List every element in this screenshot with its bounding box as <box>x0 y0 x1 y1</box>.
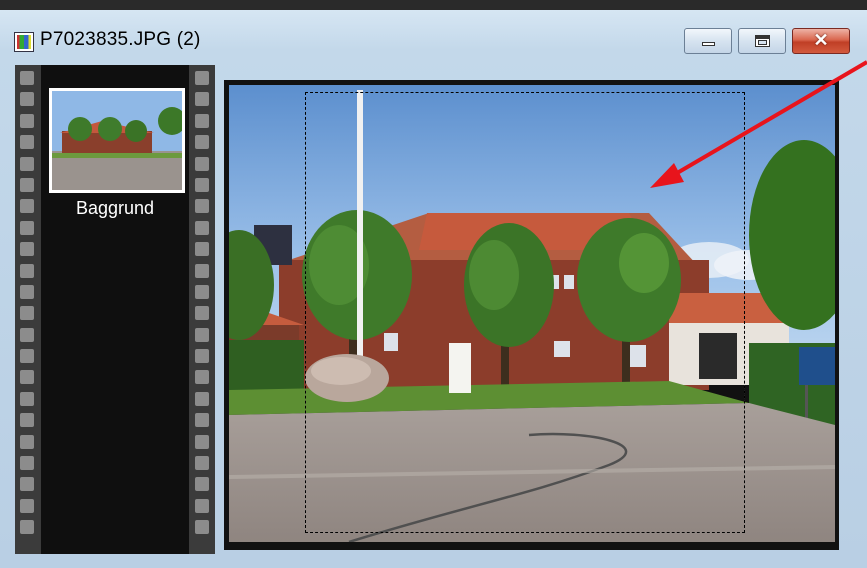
window-bottom-border <box>0 558 867 568</box>
red-arrow-annotation <box>650 60 867 188</box>
image-window: P7023835.JPG (2) ✕ Baggrund <box>0 0 867 568</box>
